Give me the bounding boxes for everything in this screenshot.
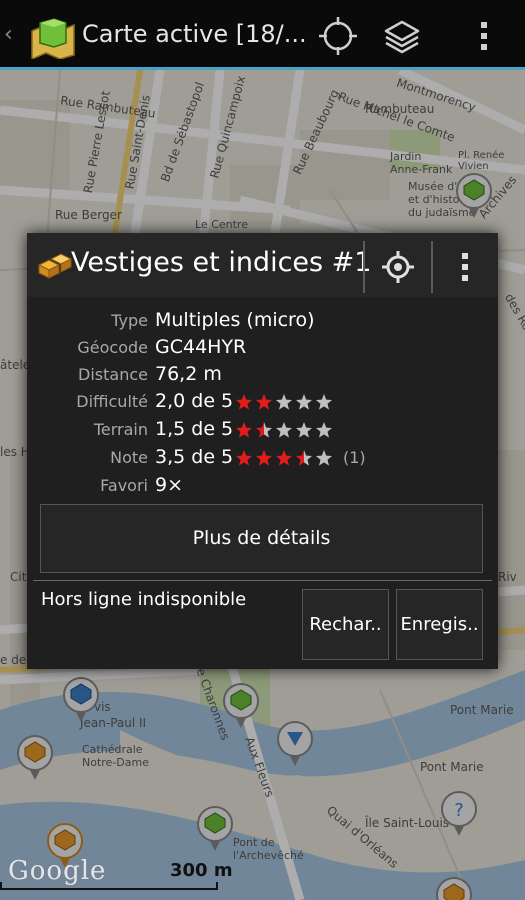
- page-title: Carte active [18/...: [82, 20, 307, 48]
- overflow-menu-icon: [481, 22, 487, 50]
- refresh-button[interactable]: Rechar..: [302, 589, 389, 660]
- street-label: Jardin Anne-Frank: [390, 150, 453, 176]
- star-icon: [276, 422, 292, 438]
- layers-button[interactable]: [378, 12, 426, 60]
- scale-label: 300 m: [170, 860, 233, 881]
- star-icon: [296, 450, 312, 466]
- cache-marker[interactable]: [196, 805, 234, 853]
- detail-row-terrain: Terrain 1,5 de 5: [27, 417, 498, 444]
- dialog-overflow-button[interactable]: [443, 245, 487, 289]
- street-label: Pont Marie: [420, 760, 484, 774]
- detail-label: Distance: [78, 365, 148, 384]
- star-icon: [316, 394, 332, 410]
- dialog-header: Vestiges et indices #1: [27, 233, 498, 297]
- svg-text:?: ?: [454, 800, 464, 821]
- cache-marker[interactable]: ?: [440, 790, 478, 838]
- star-icon: [236, 394, 252, 410]
- cache-marker[interactable]: [455, 172, 493, 220]
- detail-value: GC44HYR: [155, 336, 247, 358]
- cache-marker[interactable]: [16, 734, 54, 782]
- detail-row-favorite: Favori 9×: [27, 473, 498, 500]
- divider: [33, 580, 492, 581]
- divider: [431, 241, 433, 293]
- overflow-menu-icon: [462, 253, 468, 281]
- star-icon: [296, 422, 312, 438]
- action-bar: ‹ Carte active [18/...: [0, 0, 525, 70]
- my-location-button[interactable]: [314, 12, 362, 60]
- detail-label: Note: [110, 448, 148, 467]
- overflow-menu-button[interactable]: [460, 12, 508, 60]
- rating-votes: (1): [343, 448, 366, 467]
- detail-value: 3,5 de 5: [155, 446, 234, 468]
- map-cache-icon[interactable]: [30, 15, 76, 59]
- star-icon: [256, 394, 272, 410]
- detail-label: Terrain: [93, 420, 148, 439]
- rating-stars: [235, 449, 335, 467]
- street-label: Rue Berger: [55, 208, 122, 222]
- detail-label: Géocode: [77, 338, 148, 357]
- detail-row-type: Type Multiples (micro): [27, 308, 498, 335]
- layers-icon: [384, 20, 420, 54]
- star-icon: [276, 450, 292, 466]
- star-icon: [256, 450, 272, 466]
- difficulty-stars: [235, 393, 335, 411]
- star-icon: [236, 422, 252, 438]
- cache-marker[interactable]: [222, 682, 260, 730]
- street-label: Cathédrale Notre-Dame: [82, 743, 149, 769]
- street-label: Rambuteau: [365, 102, 435, 116]
- street-label: les H: [0, 445, 30, 459]
- terrain-stars: [235, 421, 335, 439]
- cache-marker[interactable]: [62, 676, 100, 724]
- star-icon: [296, 394, 312, 410]
- divider: [363, 241, 365, 293]
- street-label: Riv: [498, 570, 517, 584]
- detail-row-difficulty: Difficulté 2,0 de 5: [27, 389, 498, 416]
- detail-row-distance: Distance 76,2 m: [27, 362, 498, 389]
- dialog-title: Vestiges et indices #1: [71, 247, 372, 278]
- my-location-icon: [319, 17, 357, 55]
- detail-row-rating: Note 3,5 de 5 (1): [27, 445, 498, 472]
- detail-label: Favori: [100, 476, 148, 495]
- detail-value: Multiples (micro): [155, 309, 315, 331]
- street-label: Île Saint-Louis: [365, 816, 450, 830]
- star-icon: [276, 394, 292, 410]
- star-icon: [256, 422, 272, 438]
- save-offline-button[interactable]: Enregis..: [396, 589, 483, 660]
- detail-value: 76,2 m: [155, 363, 222, 385]
- detail-value: 1,5 de 5: [155, 418, 234, 440]
- cache-popup-dialog: Vestiges et indices #1 Type Multiples (m…: [27, 233, 498, 669]
- star-icon: [316, 450, 332, 466]
- street-label: Pont Marie: [450, 703, 514, 717]
- compass-icon: [382, 251, 414, 283]
- star-icon: [316, 422, 332, 438]
- chevron-left-icon[interactable]: ‹: [4, 22, 13, 47]
- detail-label: Difficulté: [76, 392, 148, 411]
- street-label: Pl. Renée Vivien: [458, 150, 505, 172]
- cache-marker[interactable]: [435, 876, 473, 900]
- star-icon: [236, 450, 252, 466]
- street-label: Pont de l'Archevêché: [233, 836, 304, 862]
- multi-cache-icon: [37, 253, 73, 279]
- detail-row-geocode: Géocode GC44HYR: [27, 335, 498, 362]
- scale-bar: [0, 882, 218, 890]
- cache-marker[interactable]: [276, 720, 314, 768]
- navigate-button[interactable]: [376, 245, 420, 289]
- detail-label: Type: [111, 311, 148, 330]
- offline-status: Hors ligne indisponible: [41, 589, 247, 610]
- detail-value: 2,0 de 5: [155, 390, 234, 412]
- detail-value: 9×: [155, 474, 184, 496]
- more-details-button[interactable]: Plus de détails: [40, 504, 483, 573]
